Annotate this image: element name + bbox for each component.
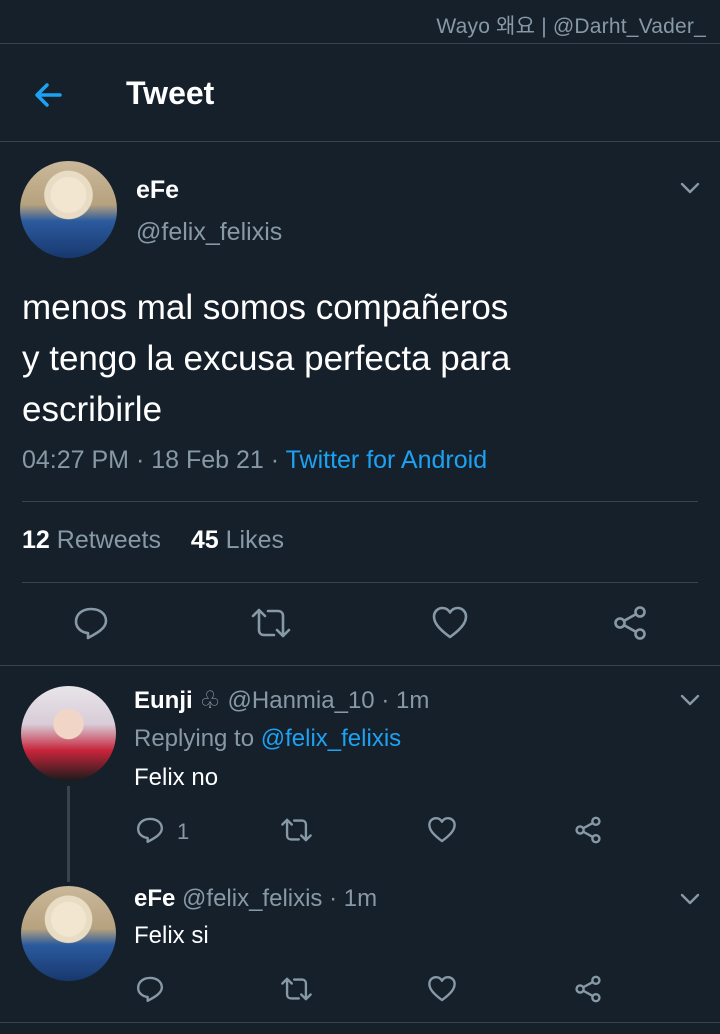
replying-to: Replying to @felix_felixis	[134, 725, 401, 753]
share-icon	[575, 975, 601, 1003]
share-button[interactable]	[611, 604, 649, 642]
heart-icon	[428, 816, 456, 843]
top-divider	[0, 43, 720, 44]
replying-to-label: Replying to	[134, 725, 255, 752]
thread-line	[67, 786, 70, 882]
retweet-icon	[251, 608, 291, 638]
retweet-button[interactable]	[250, 604, 292, 642]
retweets-stat[interactable]: 12 Retweets	[22, 526, 161, 554]
reply-icon	[74, 607, 108, 640]
chevron-down-icon	[680, 694, 700, 706]
tweet-date: 18 Feb 21	[151, 446, 264, 474]
reply-header: eFe @felix_felixis · 1m	[134, 885, 377, 913]
stats-divider	[22, 582, 698, 583]
reply-button[interactable]	[135, 974, 165, 1004]
meta-separator: ·	[329, 885, 338, 912]
tweet-text-line: menos mal somos compañeros	[22, 288, 509, 327]
tweet-stats: 12 Retweets 45 Likes	[22, 526, 284, 555]
like-button[interactable]	[427, 815, 457, 845]
reply-icon	[136, 817, 164, 844]
tweet-meta: 04:27 PM · 18 Feb 21 · Twitter for Andro…	[22, 446, 487, 475]
reply-author-handle[interactable]: @felix_felixis	[182, 885, 322, 912]
tweet-source-link[interactable]: Twitter for Android	[286, 446, 487, 474]
heart-icon	[432, 606, 468, 639]
replying-to-handle[interactable]: @felix_felixis	[261, 725, 401, 752]
tweet-text: menos mal somos compañeros y tengo la ex…	[22, 282, 702, 435]
tweet-menu-button[interactable]	[678, 176, 702, 200]
reply-author-name[interactable]: eFe	[134, 885, 175, 912]
reply-count: 1	[177, 819, 190, 844]
reply-icon	[136, 976, 164, 1003]
reply-text: Felix no	[134, 764, 219, 791]
share-button[interactable]	[573, 815, 603, 845]
reply-button[interactable]	[72, 604, 110, 642]
like-button[interactable]	[431, 604, 469, 642]
tweet-text-line: escribirle	[22, 390, 163, 429]
share-icon	[575, 816, 601, 844]
reply-author-handle[interactable]: @Hanmia_10	[228, 687, 375, 714]
retweets-count: 12	[22, 526, 50, 554]
bottom-divider	[0, 1022, 720, 1023]
likes-label: Likes	[225, 526, 285, 554]
heart-icon	[428, 975, 456, 1002]
meta-separator: ·	[270, 446, 280, 474]
club-icon: ♧	[199, 687, 221, 714]
reply-time: 1m	[395, 687, 430, 714]
back-button[interactable]	[30, 75, 70, 115]
retweet-button[interactable]	[280, 815, 313, 845]
avatar[interactable]	[20, 161, 117, 258]
meta-separator: ·	[135, 446, 145, 474]
likes-stat[interactable]: 45 Likes	[191, 526, 284, 554]
reply-header: Eunji ♧ @Hanmia_10 · 1m	[134, 686, 429, 715]
reply-time: 1m	[343, 885, 378, 912]
tweet-text-line: y tengo la excusa perfecta para	[22, 339, 511, 378]
meta-separator: ·	[381, 687, 390, 714]
retweet-icon	[281, 977, 312, 1001]
arrow-left-icon	[35, 83, 62, 107]
avatar[interactable]	[21, 886, 116, 981]
reply-text: Felix si	[134, 922, 209, 949]
like-button[interactable]	[427, 974, 457, 1004]
retweet-button[interactable]	[280, 974, 313, 1004]
author-handle[interactable]: @felix_felixis	[136, 218, 282, 247]
reply-menu-button[interactable]	[678, 688, 702, 712]
chevron-down-icon	[680, 893, 700, 905]
share-icon	[614, 606, 646, 640]
tweet-time: 04:27 PM	[22, 446, 130, 474]
author-name[interactable]: eFe	[136, 176, 179, 205]
share-button[interactable]	[573, 974, 603, 1004]
retweet-icon	[281, 818, 312, 842]
meta-divider	[22, 501, 698, 502]
reply-author-name[interactable]: Eunji	[134, 687, 193, 714]
retweets-label: Retweets	[56, 526, 161, 554]
page-title: Tweet	[126, 75, 215, 111]
avatar[interactable]	[21, 686, 116, 781]
chevron-down-icon	[680, 182, 700, 194]
header: Tweet	[0, 45, 720, 141]
actions-divider	[0, 665, 720, 666]
reply-button[interactable]	[135, 815, 165, 845]
reply-menu-button[interactable]	[678, 887, 702, 911]
likes-count: 45	[190, 526, 219, 554]
header-divider	[0, 141, 720, 142]
watermark: Wayo 왜요 | @Darht_Vader_	[436, 15, 706, 38]
